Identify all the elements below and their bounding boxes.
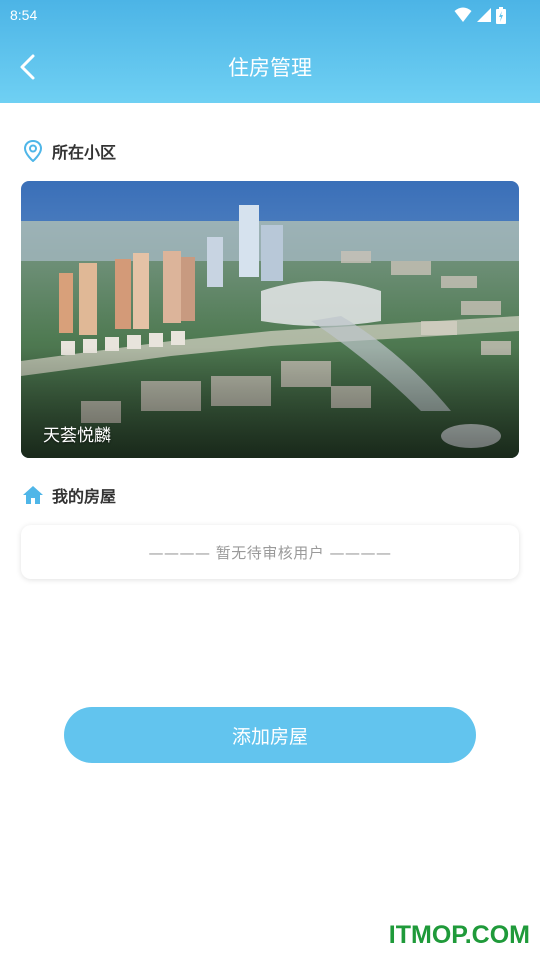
community-name: 天荟悦麟 [43, 426, 111, 446]
home-icon [22, 484, 44, 506]
empty-house-card: ———— 暂无待审核用户 ———— [21, 525, 519, 579]
status-bar: 8:54 [0, 0, 540, 32]
wifi-icon [454, 7, 472, 22]
community-section-title: 所在小区 [52, 143, 117, 162]
add-house-button[interactable]: 添加房屋 [64, 707, 476, 763]
community-section-header: 所在小区 [22, 138, 116, 164]
status-time: 8:54 [10, 7, 38, 23]
community-aerial-image [21, 181, 519, 458]
house-section-title: 我的房屋 [52, 487, 117, 506]
empty-state-text: ———— 暂无待审核用户 ———— [148, 543, 392, 562]
app-header: 8:54 住房管理 [0, 0, 540, 103]
battery-icon [496, 6, 506, 24]
page-title: 住房管理 [228, 56, 312, 80]
signal-icon [477, 8, 491, 22]
community-card[interactable]: 天荟悦麟 [21, 181, 519, 458]
location-pin-icon [22, 140, 44, 162]
watermark-logo: ITMOP.COM [388, 921, 530, 949]
house-section-header: 我的房屋 [22, 482, 116, 508]
status-icons [454, 6, 506, 24]
